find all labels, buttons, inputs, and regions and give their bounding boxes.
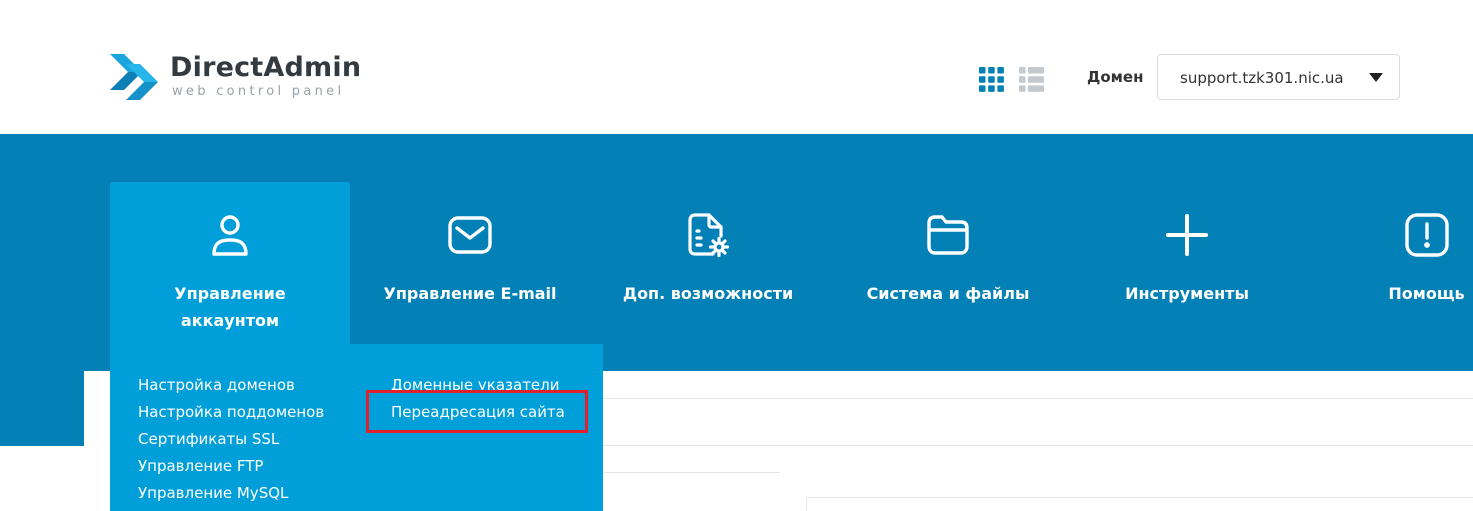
submenu-domain-setup[interactable]: Настройка доменов [138,372,324,399]
top-header: DirectAdmin web control panel Домен supp… [0,0,1473,134]
user-icon [212,215,248,256]
divider [603,445,1473,446]
divider [603,472,780,473]
domain-label: Домен [1087,68,1144,86]
nav-help[interactable]: Помощь [1380,182,1473,344]
submenu-mysql-management[interactable]: Управление MySQL [138,480,324,507]
domain-select[interactable]: support.tzk301.nic.ua [1157,54,1400,100]
band-edge [0,371,84,446]
directadmin-logo[interactable]: DirectAdmin web control panel [108,44,368,108]
content-box [806,497,1473,511]
nav-tools[interactable]: Инструменты [1110,182,1264,344]
grid-view-icon[interactable] [979,67,1004,92]
submenu-ftp-management[interactable]: Управление FTP [138,453,324,480]
submenu-subdomain-setup[interactable]: Настройка поддоменов [138,399,324,426]
directadmin-logo-icon [110,54,158,100]
nav-label: Инструменты [1125,284,1249,303]
nav-account-management[interactable]: Управление аккаунтом [110,182,350,344]
caret-down-icon [1369,73,1383,82]
domain-select-value: support.tzk301.nic.ua [1180,69,1344,87]
document-gear-icon [688,213,730,258]
submenu-ssl-certificates[interactable]: Сертификаты SSL [138,426,324,453]
divider [603,398,1473,399]
envelope-icon [448,216,492,254]
logo-subtitle: web control panel [172,84,345,99]
nav-label: Управление аккаунтом [174,284,286,330]
folder-icon [927,215,969,255]
nav-extra-features[interactable]: Доп. возможности [610,182,806,344]
nav-label: Система и файлы [866,284,1030,303]
nav-label: Управление E-mail [383,284,557,303]
logo-title: DirectAdmin [170,52,362,83]
plus-icon [1166,214,1208,256]
list-view-icon[interactable] [1019,67,1044,92]
nav-email-management[interactable]: Управление E-mail [370,182,570,344]
nav-label: Доп. возможности [622,284,794,303]
highlight-box [366,390,588,433]
nav-label: Помощь [1388,284,1465,303]
submenu-column: Настройка доменов Настройка поддоменов С… [138,372,324,507]
nav-system-files[interactable]: Система и файлы [856,182,1040,344]
alert-icon [1404,213,1449,257]
